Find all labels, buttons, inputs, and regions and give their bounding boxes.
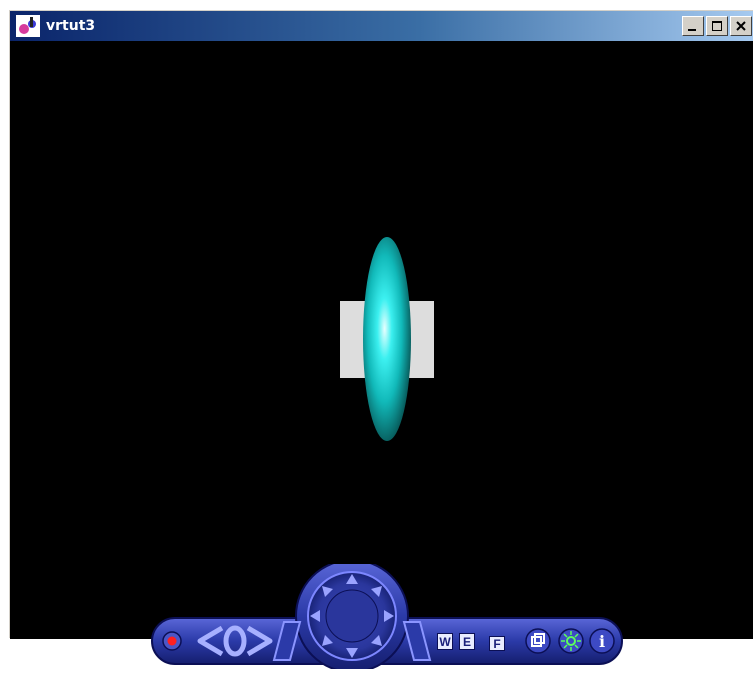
record-icon[interactable]	[162, 631, 182, 651]
navigation-wheel[interactable]	[307, 571, 397, 661]
vrml-viewport[interactable]: i W E F	[10, 41, 753, 673]
window-title: vrtut3	[46, 18, 96, 34]
app-window: vrtut3 i W E F	[9, 10, 753, 673]
window-controls	[682, 16, 752, 36]
right-gray-block	[408, 301, 434, 378]
close-button[interactable]	[730, 16, 752, 36]
info-icon[interactable]: i	[589, 628, 615, 654]
scene-canvas	[340, 237, 434, 441]
walk-mode-button[interactable]: W	[437, 633, 453, 650]
maximize-button[interactable]	[706, 16, 728, 36]
viewpoint-icon[interactable]	[525, 628, 551, 654]
title-bar[interactable]: vrtut3	[10, 11, 753, 41]
minimize-button[interactable]	[682, 16, 704, 36]
examine-mode-button[interactable]: E	[459, 633, 475, 650]
maximize-icon	[712, 21, 722, 31]
cyan-ellipsoid	[363, 237, 411, 441]
minimize-icon	[688, 29, 696, 31]
svg-text:i: i	[599, 632, 605, 651]
fly-mode-button[interactable]: F	[489, 636, 505, 651]
app-logo-icon	[16, 15, 40, 37]
headlight-icon[interactable]	[558, 628, 584, 654]
close-icon	[736, 21, 746, 31]
navigation-console: i W E F	[150, 559, 625, 673]
